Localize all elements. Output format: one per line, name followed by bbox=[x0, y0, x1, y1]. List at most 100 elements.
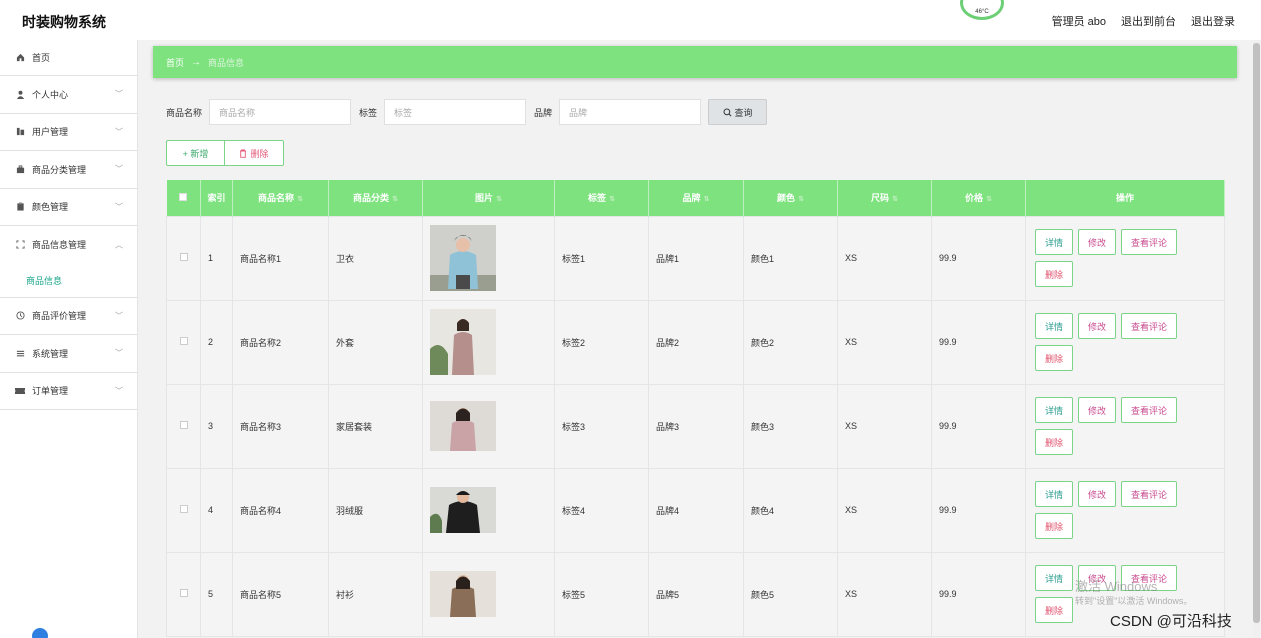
view-reviews-button[interactable]: 查看评论 bbox=[1121, 481, 1178, 507]
column-header-image[interactable]: 图片 ⇅ bbox=[422, 180, 555, 216]
trash-icon bbox=[240, 149, 247, 158]
column-header-category[interactable]: 商品分类 ⇅ bbox=[328, 180, 423, 216]
sidebar-item-orders[interactable]: 订单管理 ﹀ bbox=[0, 373, 137, 410]
delete-button[interactable]: 删除 bbox=[225, 140, 284, 166]
detail-button[interactable]: 详情 bbox=[1035, 313, 1074, 339]
sidebar-item-label: 订单管理 bbox=[32, 386, 69, 397]
column-header-actions: 操作 bbox=[1025, 180, 1225, 216]
cell-color: 颜色5 bbox=[743, 551, 838, 637]
sidebar-item-users[interactable]: 用户管理 ﹀ bbox=[0, 114, 137, 151]
top-header: 时装购物系统 46°C 管理员 abo 退出到前台 退出登录 bbox=[0, 0, 1261, 40]
sidebar-subitem-product-info[interactable]: 商品信息 bbox=[0, 264, 137, 298]
cell-image bbox=[422, 551, 555, 637]
product-image[interactable] bbox=[430, 401, 496, 451]
sort-icon[interactable]: ⇅ bbox=[704, 196, 710, 203]
cell-category: 羽绒服 bbox=[328, 467, 423, 553]
cell-actions: 详情 修改 查看评论 删除 bbox=[1025, 467, 1225, 553]
sidebar-item-label: 商品信息管理 bbox=[32, 240, 87, 251]
product-image[interactable] bbox=[430, 225, 496, 291]
column-header-size[interactable]: 尺码 ⇅ bbox=[837, 180, 932, 216]
breadcrumb-home[interactable]: 首页 bbox=[166, 56, 184, 69]
row-checkbox[interactable] bbox=[166, 215, 201, 301]
view-reviews-button[interactable]: 查看评论 bbox=[1121, 313, 1178, 339]
cell-color: 颜色4 bbox=[743, 467, 838, 553]
add-button[interactable]: + 新增 bbox=[166, 140, 225, 166]
row-checkbox[interactable] bbox=[166, 383, 201, 469]
edit-button[interactable]: 修改 bbox=[1078, 397, 1117, 423]
sort-icon[interactable]: ⇅ bbox=[892, 196, 898, 203]
product-image[interactable] bbox=[430, 487, 496, 533]
sort-icon[interactable]: ⇅ bbox=[798, 196, 804, 203]
column-header-name[interactable]: 商品名称 ⇅ bbox=[232, 180, 329, 216]
vertical-scrollbar[interactable] bbox=[1253, 40, 1260, 638]
sort-icon[interactable]: ⇅ bbox=[392, 196, 398, 203]
sidebar-item-reviews[interactable]: 商品评价管理 ﹀ bbox=[0, 298, 137, 335]
sidebar-item-system[interactable]: 系统管理 ﹀ bbox=[0, 335, 137, 373]
edit-button[interactable]: 修改 bbox=[1078, 229, 1117, 255]
column-header-price[interactable]: 价格 ⇅ bbox=[931, 180, 1026, 216]
row-checkbox[interactable] bbox=[166, 467, 201, 553]
column-header-tag[interactable]: 标签 ⇅ bbox=[554, 180, 649, 216]
building-icon bbox=[15, 127, 25, 137]
exit-to-frontend-link[interactable]: 退出到前台 bbox=[1121, 13, 1176, 29]
sidebar-item-colors[interactable]: 颜色管理 ﹀ bbox=[0, 189, 137, 226]
sidebar-item-categories[interactable]: 商品分类管理 ﹀ bbox=[0, 151, 137, 189]
clipboard-icon bbox=[15, 202, 25, 212]
remove-button[interactable]: 删除 bbox=[1035, 513, 1074, 539]
product-image[interactable] bbox=[430, 309, 496, 375]
query-button[interactable]: 查询 bbox=[708, 99, 768, 125]
cell-name: 商品名称1 bbox=[232, 215, 329, 301]
table-row: 5 商品名称5 衬衫 标签5 品牌5 颜色5 XS 99.9 详情 修改 查看评论 … bbox=[166, 551, 1225, 637]
row-checkbox[interactable] bbox=[166, 551, 201, 637]
remove-button[interactable]: 删除 bbox=[1035, 261, 1074, 287]
remove-button[interactable]: 删除 bbox=[1035, 345, 1074, 371]
search-form: 商品名称 商品名称 标签 标签 品牌 品牌 查询 bbox=[166, 99, 768, 125]
sidebar-item-home[interactable]: 首页 bbox=[0, 40, 137, 76]
cell-category: 衬衫 bbox=[328, 551, 423, 637]
name-search-input[interactable]: 商品名称 bbox=[209, 99, 352, 125]
product-image[interactable] bbox=[430, 571, 496, 617]
edit-button[interactable]: 修改 bbox=[1078, 313, 1117, 339]
sidebar-item-profile[interactable]: 个人中心 ﹀ bbox=[0, 76, 137, 114]
detail-button[interactable]: 详情 bbox=[1035, 229, 1074, 255]
select-all-checkbox[interactable] bbox=[166, 180, 201, 216]
cell-brand: 品牌5 bbox=[648, 551, 744, 637]
frame-icon bbox=[15, 240, 25, 250]
sort-icon[interactable]: ⇅ bbox=[986, 196, 992, 203]
detail-button[interactable]: 详情 bbox=[1035, 565, 1074, 591]
edit-button[interactable]: 修改 bbox=[1078, 481, 1117, 507]
chevron-down-icon: ﹀ bbox=[115, 311, 123, 321]
floating-dot[interactable] bbox=[32, 628, 48, 638]
cell-price: 99.9 bbox=[931, 467, 1026, 553]
table-row: 2 商品名称2 外套 标签2 品牌2 颜色2 XS 99.9 详情 修改 查看评论 … bbox=[166, 299, 1225, 385]
tag-search-input[interactable]: 标签 bbox=[384, 99, 527, 125]
sort-icon[interactable]: ⇅ bbox=[297, 196, 303, 203]
header-links: 管理员 abo 退出到前台 退出登录 bbox=[1052, 13, 1235, 29]
sort-icon[interactable]: ⇅ bbox=[609, 196, 615, 203]
cell-category: 卫衣 bbox=[328, 215, 423, 301]
brand-search-input[interactable]: 品牌 bbox=[559, 99, 702, 125]
sort-icon[interactable]: ⇅ bbox=[496, 196, 502, 203]
detail-button[interactable]: 详情 bbox=[1035, 481, 1074, 507]
name-label: 商品名称 bbox=[166, 107, 203, 118]
scrollbar-thumb[interactable] bbox=[1253, 43, 1260, 623]
logout-link[interactable]: 退出登录 bbox=[1191, 13, 1235, 29]
column-header-color[interactable]: 颜色 ⇅ bbox=[743, 180, 838, 216]
sidebar-item-label: 个人中心 bbox=[32, 89, 69, 100]
table-row: 3 商品名称3 家居套装 标签3 品牌3 颜色3 XS 99.9 详情 修改 查看评… bbox=[166, 383, 1225, 469]
remove-button[interactable]: 删除 bbox=[1035, 597, 1074, 623]
row-checkbox[interactable] bbox=[166, 299, 201, 385]
cell-image bbox=[422, 467, 555, 553]
sidebar-item-label: 颜色管理 bbox=[32, 202, 69, 213]
sidebar-item-product-info[interactable]: 商品信息管理 ︿ bbox=[0, 226, 137, 264]
view-reviews-button[interactable]: 查看评论 bbox=[1121, 397, 1178, 423]
remove-button[interactable]: 删除 bbox=[1035, 429, 1074, 455]
view-reviews-button[interactable]: 查看评论 bbox=[1121, 229, 1178, 255]
cell-tag: 标签5 bbox=[554, 551, 649, 637]
admin-label[interactable]: 管理员 abo bbox=[1052, 13, 1106, 29]
column-header-brand[interactable]: 品牌 ⇅ bbox=[648, 180, 744, 216]
cell-actions: 详情 修改 查看评论 删除 bbox=[1025, 215, 1225, 301]
sidebar-item-label: 商品评价管理 bbox=[32, 311, 87, 322]
detail-button[interactable]: 详情 bbox=[1035, 397, 1074, 423]
arrow-right-icon: → bbox=[191, 56, 202, 68]
